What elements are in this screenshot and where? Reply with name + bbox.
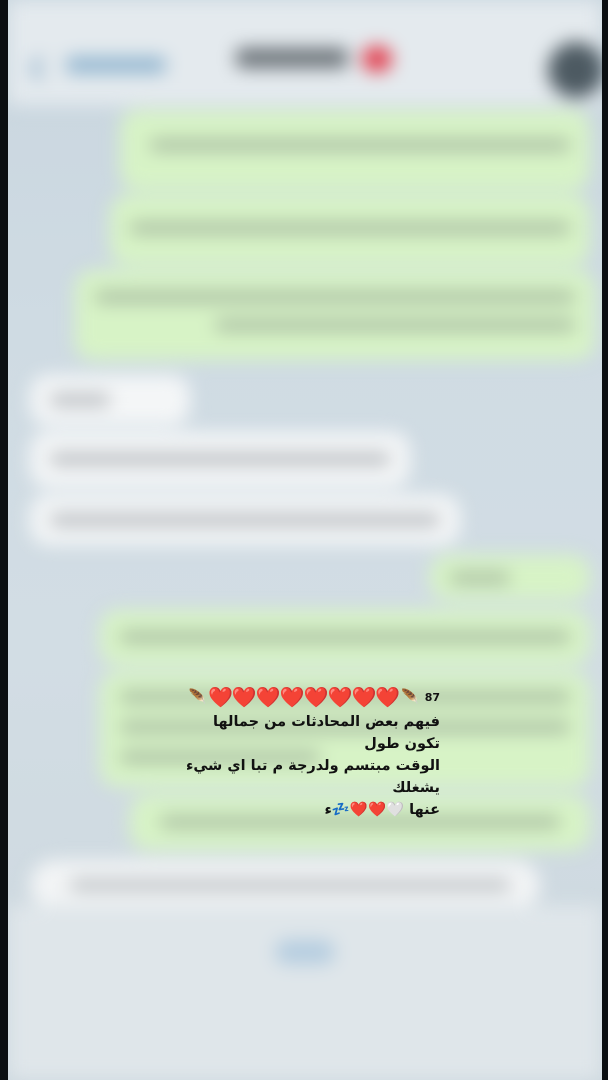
caption-header: 87 🪶 ❤️❤️❤️❤️❤️❤️❤️❤️ 🪶 xyxy=(178,683,440,711)
avatar[interactable] xyxy=(548,42,604,98)
contact-name xyxy=(236,48,348,68)
bottom-bar xyxy=(8,905,602,1080)
message-bubble-outgoing xyxy=(75,270,595,360)
scroll-indicator[interactable] xyxy=(275,940,335,964)
frame-edge-left xyxy=(0,0,8,1080)
caption-text: فيهم بعض المحادثات من جمالها تكون طول ال… xyxy=(185,714,440,818)
message-bubble-incoming xyxy=(30,432,410,487)
story-caption: 87 🪶 ❤️❤️❤️❤️❤️❤️❤️❤️ 🪶 فيهم بعض المحادث… xyxy=(178,683,440,821)
back-label[interactable] xyxy=(66,57,166,73)
feather-icon: 🪶 xyxy=(401,689,419,705)
message-bubble-incoming xyxy=(30,375,190,425)
chevron-left-icon[interactable]: ❮ xyxy=(28,55,54,80)
feather-icon: 🪶 xyxy=(188,689,207,705)
chat-header: ❮ xyxy=(8,0,604,105)
message-input[interactable] xyxy=(30,860,540,910)
message-bubble-outgoing xyxy=(120,110,590,190)
story-frame: ❮ 87 🪶 ❤️❤️❤️❤️❤️❤️❤️❤️ 🪶 فيهم بعض المحا… xyxy=(0,0,608,1080)
message-bubble-outgoing xyxy=(110,195,590,265)
caption-count: 87 xyxy=(424,690,440,704)
heart-icon xyxy=(362,46,392,72)
blurred-chat-screenshot: ❮ xyxy=(0,0,608,1080)
frame-edge-right xyxy=(602,0,608,1080)
message-bubble-outgoing xyxy=(430,555,590,600)
hearts-row: ❤️❤️❤️❤️❤️❤️❤️❤️ xyxy=(208,685,400,709)
message-bubble-incoming xyxy=(30,495,460,545)
message-bubble-outgoing xyxy=(100,610,590,665)
